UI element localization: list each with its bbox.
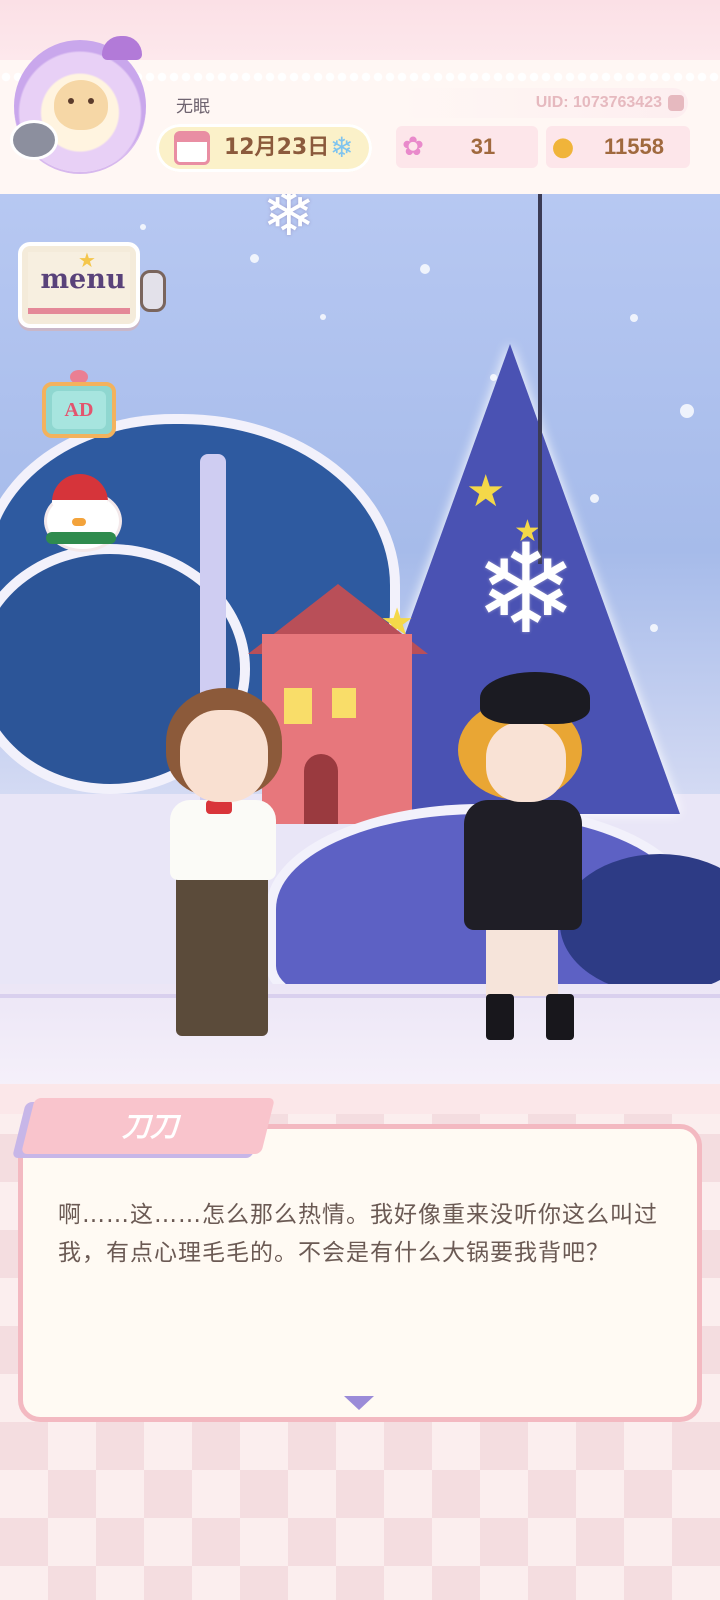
mushroom-hat-icon (102, 36, 142, 60)
flower-currency[interactable]: ✿ 31 (396, 126, 538, 168)
book-icon: ★ menu (18, 242, 140, 328)
snowflake-decoration-icon: ❄ (474, 518, 578, 662)
black-beret (480, 672, 590, 724)
scarf-icon (46, 532, 116, 544)
game-scene[interactable]: ★ ★ ★ ❄ ❄ ★ menu AD (0, 194, 720, 1086)
player-avatar[interactable] (10, 36, 146, 172)
ad-button[interactable]: AD (42, 370, 116, 438)
hamster-avatar-icon (54, 80, 108, 130)
uid-label[interactable]: UID: 1073763423 (400, 88, 688, 118)
menu-label: menu (40, 264, 126, 295)
dialog-box[interactable] (18, 1124, 702, 1422)
top-bar: 无眠 UID: 1073763423 12月23日 ❄ ✿ 31 ● 11558 (0, 0, 720, 200)
copy-icon[interactable] (668, 94, 684, 111)
username: 无眠 (176, 97, 210, 117)
gold-coin-icon: ● (551, 132, 575, 162)
christmas-event-button[interactable] (38, 470, 122, 552)
next-arrow-icon[interactable] (344, 1396, 374, 1410)
stage-floor (0, 984, 720, 1086)
hanging-string (538, 194, 542, 564)
uid-text: UID: 1073763423 (535, 94, 662, 111)
snowflake-decoration-icon: ❄ (262, 194, 316, 251)
red-house (262, 634, 412, 824)
cat-pet-icon (10, 120, 58, 160)
stage-edge (0, 994, 720, 998)
flower-count: 31 (470, 134, 496, 159)
bow-tie (206, 800, 232, 814)
cat-tail-icon (140, 270, 166, 312)
santa-hat-icon (52, 474, 108, 506)
coin-currency[interactable]: ● 11558 (546, 126, 690, 168)
snowflake-icon: ❄ (330, 131, 354, 164)
calendar-icon (174, 131, 210, 165)
menu-button[interactable]: ★ menu (14, 234, 166, 334)
ad-label: AD (64, 399, 94, 421)
dialog-text: 啊……这……怎么那么热情。我好像重来没听你这么叫过我，有点心理毛毛的。不会是有什… (58, 1202, 658, 1266)
star-decoration-icon: ★ (466, 466, 506, 517)
date-display[interactable]: 12月23日 ❄ (156, 124, 372, 172)
rainbow-flower-icon: ✿ (402, 132, 424, 162)
speaker-name: 刀刀 (121, 1110, 178, 1143)
date-text: 12月23日 (224, 135, 330, 160)
coin-count: 11558 (604, 134, 664, 159)
